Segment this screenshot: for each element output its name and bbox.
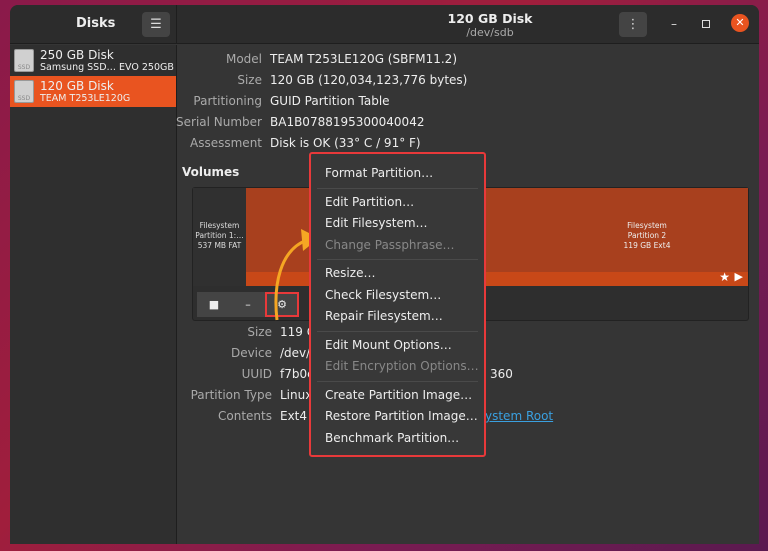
detail-label: Model (225, 52, 262, 66)
detail-value: Disk is OK (33° C / 91° F) (270, 136, 421, 150)
menu-item[interactable]: Create Partition Image… (311, 385, 484, 407)
p2-line: Partition 2 (627, 231, 667, 240)
star-icon: ★ (719, 270, 730, 284)
menu-item[interactable]: Format Partition… (311, 163, 484, 185)
menu-item[interactable]: Edit Filesystem… (311, 213, 484, 235)
disk-device: /dev/sdb (466, 26, 514, 39)
menu-item[interactable]: Edit Partition… (311, 192, 484, 214)
menu-item: Edit Encryption Options… (325, 359, 479, 373)
menu-item: Change Passphrase… (325, 237, 455, 252)
maximize-button[interactable] (702, 20, 710, 28)
menu-separator (317, 330, 478, 332)
partition-context-menu: Format Partition… Edit Partition… Edit Fil… (309, 152, 486, 457)
menu-item[interactable]: Check Filesystem… (311, 285, 484, 307)
app-title: Disks (76, 16, 116, 31)
mount-link[interactable]: ystem Root (485, 409, 553, 423)
detail-value: TEAM T253LE120G (SBFM11.2) (270, 52, 457, 66)
header-bar: Disks ☰ 120 GB Disk /dev/sdb ⋮ – ✕ (10, 5, 759, 44)
disk-title: 120 GB Disk (447, 11, 533, 26)
partition-label: Contents (218, 409, 272, 423)
p1-line: Filesystem (199, 221, 240, 230)
detail-label: Partitioning (193, 94, 262, 108)
volumes-heading: Volumes (182, 165, 240, 179)
more-options-button[interactable]: ⋮ (619, 12, 647, 37)
delete-partition-button[interactable]: – (231, 292, 265, 317)
detail-value: 120 GB (120,034,123,776 bytes) (270, 73, 468, 87)
partition-label: Size (247, 325, 272, 339)
partition-value-tail: 360 (490, 367, 513, 381)
minimize-button[interactable]: – (671, 17, 677, 31)
menu-item[interactable]: Repair Filesystem… (311, 306, 484, 328)
detail-label: Assessment (190, 136, 262, 150)
detail-label: Serial Number (176, 115, 262, 129)
menu-item[interactable]: Restore Partition Image… (311, 406, 484, 428)
menu-item[interactable]: Edit Mount Options… (311, 335, 484, 357)
p1-line: 537 MB FAT (197, 241, 242, 250)
partition-value: Ext4 (280, 409, 308, 423)
p2-line: 119 GB Ext4 (623, 241, 671, 250)
partition-label: Partition Type (190, 388, 272, 402)
p1-line: Partition 1:… (195, 231, 244, 240)
partition-label: Device (230, 346, 272, 360)
menu-item[interactable]: Resize… (311, 263, 484, 285)
menu-separator (317, 259, 478, 260)
partition-label: UUID (241, 367, 272, 381)
p2-line: Filesystem (627, 221, 667, 230)
partition-value: Linux (280, 388, 313, 402)
partition-value: /dev/ (280, 346, 311, 360)
stop-button[interactable]: ■ (197, 292, 231, 317)
detail-label: Size (237, 73, 262, 87)
play-icon: ▶ (734, 270, 743, 283)
hamburger-menu-button[interactable]: ☰ (142, 12, 170, 37)
menu-separator (317, 187, 478, 189)
menu-separator (317, 380, 478, 382)
detail-value: GUID Partition Table (270, 94, 390, 108)
menu-item[interactable]: Benchmark Partition… (311, 428, 484, 450)
partition-1[interactable]: Filesystem Partition 1:… 537 MB FAT (193, 188, 246, 286)
detail-value: BA1B0788195300040042 (270, 115, 425, 129)
close-button[interactable]: ✕ (731, 14, 749, 32)
